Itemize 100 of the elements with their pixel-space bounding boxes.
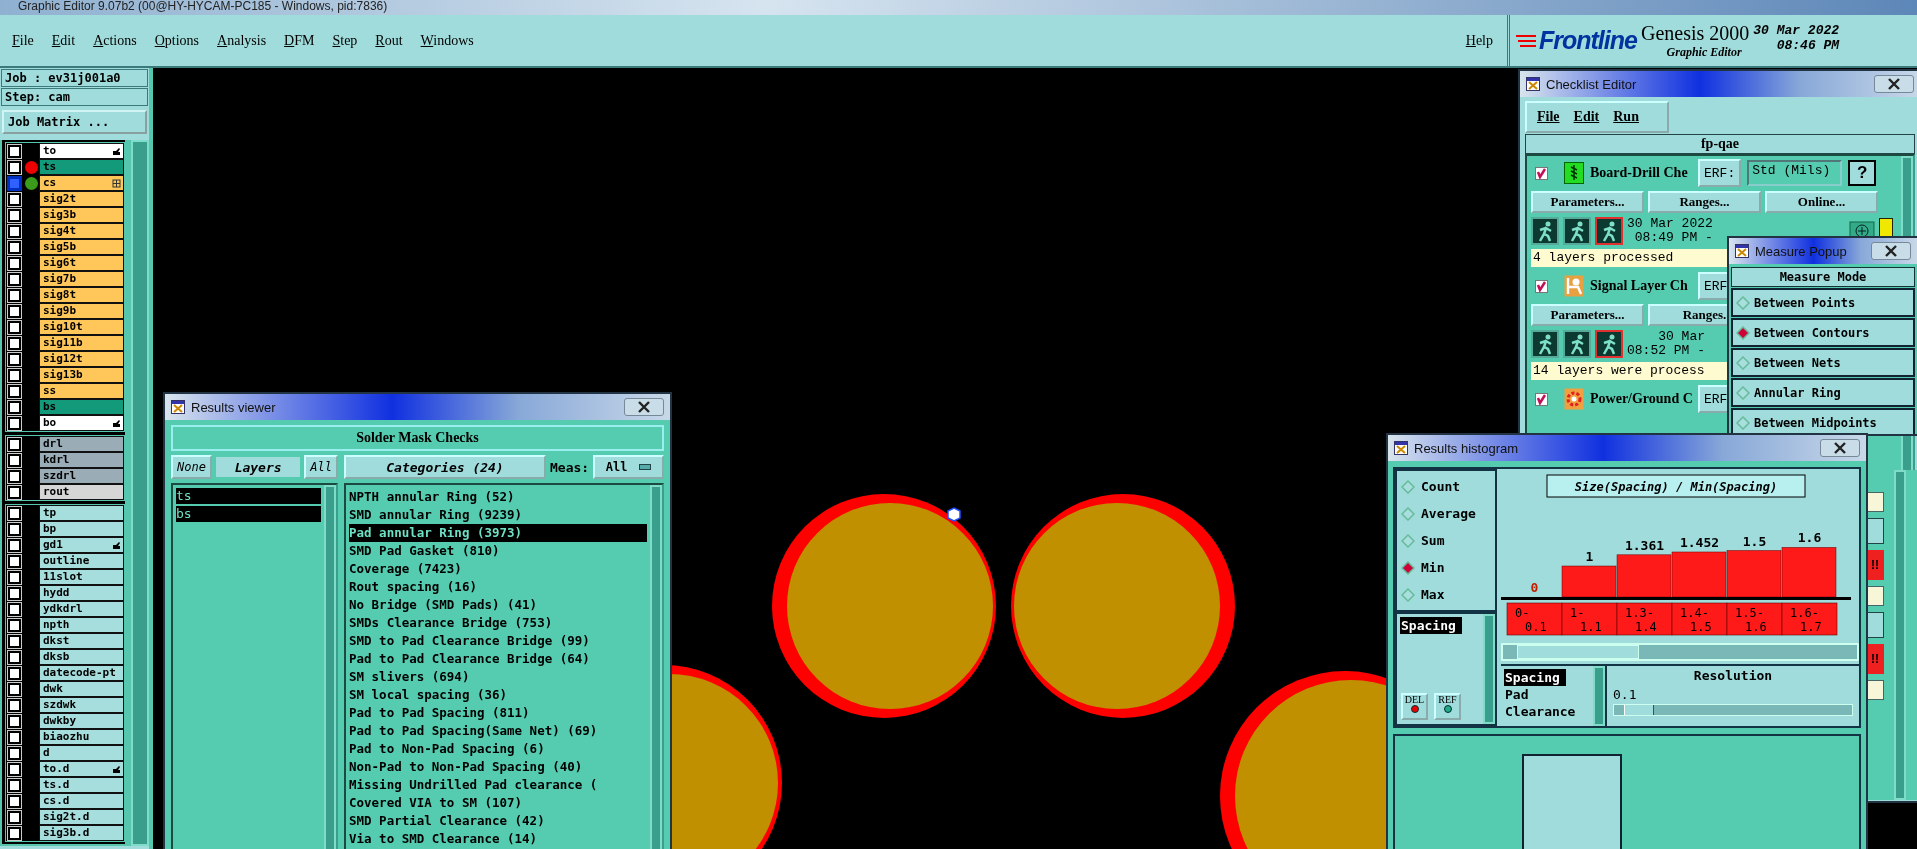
- radio-option[interactable]: Average: [1401, 504, 1491, 523]
- menu-item[interactable]: Edit: [1573, 109, 1600, 125]
- layer-checkbox[interactable]: [8, 304, 21, 318]
- list-item[interactable]: ts: [176, 488, 321, 504]
- layer-checkbox[interactable]: [8, 714, 21, 728]
- menu-item[interactable]: Rout: [375, 32, 403, 49]
- list-item[interactable]: SMDs Clearance Bridge (753): [349, 614, 647, 632]
- list-item[interactable]: Covered VIA to SM (107): [349, 794, 647, 812]
- scrollbar[interactable]: [324, 485, 336, 849]
- layer-checkbox[interactable]: [8, 160, 21, 174]
- scrollbar[interactable]: [650, 485, 662, 849]
- menu-item[interactable]: Step: [332, 32, 358, 49]
- check-button[interactable]: Online...: [1765, 191, 1878, 213]
- list-item[interactable]: Clearance: [1504, 703, 1590, 720]
- list-item[interactable]: SM slivers (694): [349, 668, 647, 686]
- layer-name[interactable]: sig9b: [39, 303, 125, 319]
- layer-checkbox[interactable]: [8, 666, 21, 680]
- layer-checkbox[interactable]: [8, 602, 21, 616]
- layer-name[interactable]: dkst: [39, 633, 125, 649]
- menu-item[interactable]: Edit: [51, 32, 76, 49]
- erf-field[interactable]: Std (Mils): [1747, 160, 1843, 186]
- menu-item[interactable]: File: [12, 32, 34, 49]
- menu-item[interactable]: Run: [1613, 109, 1639, 125]
- layer-name[interactable]: d: [39, 745, 125, 761]
- layer-name[interactable]: sig11b: [39, 335, 125, 351]
- layer-checkbox[interactable]: [8, 538, 21, 552]
- layer-name[interactable]: bp: [39, 521, 125, 537]
- meas-dropdown[interactable]: All: [593, 455, 664, 479]
- radio-option[interactable]: Between Contours: [1731, 318, 1915, 347]
- layer-checkbox[interactable]: [8, 144, 21, 158]
- layer-name[interactable]: sig7b: [39, 271, 125, 287]
- check-button[interactable]: Parameters...: [1531, 191, 1644, 213]
- categories-button[interactable]: Categories (24): [344, 455, 546, 479]
- layer-checkbox[interactable]: [8, 650, 21, 664]
- tool-button[interactable]: DEL: [1401, 693, 1428, 720]
- layer-checkbox[interactable]: [8, 746, 21, 760]
- layer-name[interactable]: gd1: [39, 537, 113, 553]
- layer-checkbox[interactable]: [8, 272, 21, 286]
- layer-checkbox[interactable]: [8, 794, 21, 808]
- radio-option[interactable]: Min: [1401, 558, 1491, 577]
- layer-name[interactable]: sig2t: [39, 191, 125, 207]
- menu-item[interactable]: Help: [1465, 32, 1493, 49]
- layer-checkbox[interactable]: [8, 368, 21, 382]
- list-item[interactable]: Pad to Pad Clearance Bridge (64): [349, 650, 647, 668]
- close-button[interactable]: [1871, 242, 1911, 260]
- layer-checkbox[interactable]: [8, 256, 21, 270]
- layer-checkbox[interactable]: [8, 522, 21, 536]
- list-item[interactable]: Rout spacing (16): [349, 578, 647, 596]
- layer-name[interactable]: npth: [39, 617, 125, 633]
- menu-item[interactable]: Analysis: [217, 32, 267, 49]
- scrollbar[interactable]: [1483, 614, 1495, 724]
- menu-item[interactable]: DFM: [284, 32, 315, 49]
- layer-checkbox[interactable]: [8, 730, 21, 744]
- help-button[interactable]: ?: [1848, 160, 1877, 186]
- layer-checkbox[interactable]: [8, 485, 21, 499]
- layer-checkbox[interactable]: [8, 176, 21, 190]
- radio-option[interactable]: Annular Ring: [1731, 378, 1915, 407]
- layer-checkbox[interactable]: [8, 336, 21, 350]
- list-item[interactable]: No Bridge (SMD Pads) (41): [349, 596, 647, 614]
- layer-name[interactable]: drl: [39, 436, 125, 452]
- all-button[interactable]: All: [304, 455, 338, 479]
- layer-checkbox[interactable]: [8, 618, 21, 632]
- layer-name[interactable]: kdrl: [39, 452, 125, 468]
- layer-checkbox[interactable]: [8, 416, 21, 430]
- check-button[interactable]: Ranges...: [1648, 191, 1761, 213]
- scrollbar[interactable]: [131, 140, 149, 846]
- layer-name[interactable]: sig6t: [39, 255, 125, 271]
- list-item[interactable]: Coverage (7423): [349, 560, 647, 578]
- layer-name[interactable]: 11slot: [39, 569, 125, 585]
- list-item[interactable]: SMD to Pad Clearance Bridge (99): [349, 632, 647, 650]
- layer-name[interactable]: sig5b: [39, 239, 125, 255]
- layer-name[interactable]: hydd: [39, 585, 125, 601]
- list-item[interactable]: Via to SMD Clearance (14): [349, 830, 647, 848]
- layer-name[interactable]: tp: [39, 505, 125, 521]
- layer-name[interactable]: sig3b: [39, 207, 125, 223]
- layer-checkbox[interactable]: [8, 682, 21, 696]
- layer-checkbox[interactable]: [8, 400, 21, 414]
- layer-checkbox[interactable]: [8, 192, 21, 206]
- layer-checkbox[interactable]: [8, 810, 21, 824]
- layer-checkbox[interactable]: [8, 224, 21, 238]
- layer-checkbox[interactable]: [8, 698, 21, 712]
- layer-checkbox[interactable]: [8, 634, 21, 648]
- list-item[interactable]: Spacing: [1504, 669, 1566, 686]
- layer-checkbox[interactable]: [8, 586, 21, 600]
- list-item[interactable]: Spacing: [1400, 617, 1462, 634]
- layer-name[interactable]: dwkby: [39, 713, 125, 729]
- radio-option[interactable]: Between Midpoints: [1731, 408, 1915, 434]
- close-button[interactable]: [624, 398, 664, 416]
- layer-name[interactable]: sig10t: [39, 319, 125, 335]
- list-item[interactable]: Pad to Non-Pad Spacing (6): [349, 740, 647, 758]
- menu-item[interactable]: Options: [154, 32, 200, 49]
- list-item[interactable]: SMD Pad Gasket (810): [349, 542, 647, 560]
- layer-name[interactable]: sig8t: [39, 287, 125, 303]
- layer-checkbox[interactable]: [8, 437, 21, 451]
- layer-name[interactable]: dwk: [39, 681, 125, 697]
- layer-checkbox[interactable]: [8, 288, 21, 302]
- erf-button[interactable]: ERF:: [1698, 159, 1742, 187]
- layer-name[interactable]: szdrl: [39, 468, 125, 484]
- menu-item[interactable]: Actions: [93, 32, 137, 49]
- layer-checkbox[interactable]: [8, 469, 21, 483]
